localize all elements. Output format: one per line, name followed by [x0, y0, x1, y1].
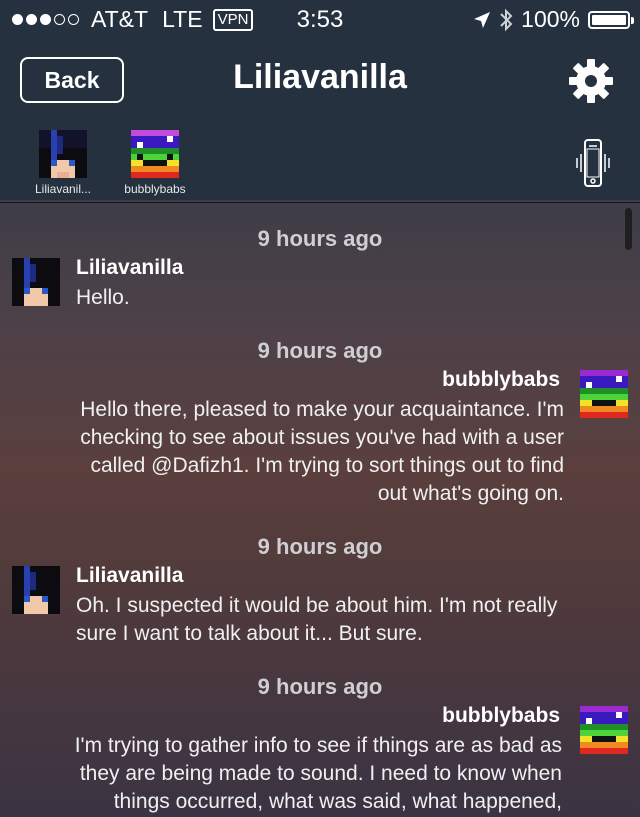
message-timestamp: 9 hours ago: [257, 226, 383, 251]
message-line: Oh. I suspected it would be about him. I…: [76, 594, 558, 617]
message-line: sure I want to talk about it... But sure…: [76, 622, 423, 645]
avatar-bubblybabs[interactable]: [580, 370, 628, 418]
participants-bar: Liliavanil... bubblybabs: [0, 122, 640, 203]
message-sender: Liliavanilla: [76, 256, 184, 279]
battery-percent: 100%: [521, 6, 580, 32]
participant-name: Liliavanil...: [34, 182, 92, 196]
avatar-bubblybabs: [131, 130, 179, 178]
status-bar: AT&T LTE VPN 3:53 100%: [0, 0, 640, 40]
gear-icon[interactable]: [568, 58, 614, 104]
message-sender: Liliavanilla: [76, 564, 184, 587]
avatar-bubblybabs[interactable]: [580, 706, 628, 754]
participant-name: bubblybabs: [124, 182, 186, 196]
avatar-liliavanilla[interactable]: [12, 566, 60, 614]
message-timestamp: 9 hours ago: [257, 534, 383, 559]
vibrate-phone-icon[interactable]: [576, 138, 610, 188]
message-text: I'm trying to gather info to see if thin…: [8, 732, 562, 816]
message-text: Hello there, pleased to make your acquai…: [8, 396, 564, 508]
status-right: 100%: [473, 6, 634, 33]
message-timestamp: 9 hours ago: [257, 674, 383, 699]
message-sender: bubblybabs: [442, 704, 560, 727]
participant-liliavanilla[interactable]: Liliavanil...: [28, 130, 98, 196]
participant-bubblybabs[interactable]: bubblybabs: [120, 130, 190, 196]
avatar-liliavanilla[interactable]: [12, 258, 60, 306]
bluetooth-icon: [500, 8, 513, 31]
battery-icon: [588, 10, 634, 29]
message-line: out what's going on.: [377, 482, 564, 505]
message-line: checking to see about issues you've had …: [80, 426, 564, 449]
message-text: Oh. I suspected it would be about him. I…: [76, 592, 624, 648]
message-line: Hello there, pleased to make your acquai…: [80, 398, 564, 421]
message-line: things occurred, what was said, what hap…: [113, 790, 562, 813]
message-text: Hello.: [76, 284, 616, 312]
message-line: I'm trying to gather info to see if thin…: [74, 734, 562, 757]
message-sender: bubblybabs: [442, 368, 560, 391]
message-line: called @Dafizh1. I'm trying to sort thin…: [90, 454, 564, 477]
nav-bar: Back Liliavanilla: [0, 40, 640, 122]
page-title: Liliavanilla: [233, 58, 407, 96]
message-timestamp: 9 hours ago: [257, 338, 383, 363]
location-arrow-icon: [474, 11, 491, 28]
message-line: Hello.: [76, 286, 130, 309]
message-line: they are being made to sound. I need to …: [79, 762, 562, 785]
avatar-liliavanilla: [39, 130, 87, 178]
